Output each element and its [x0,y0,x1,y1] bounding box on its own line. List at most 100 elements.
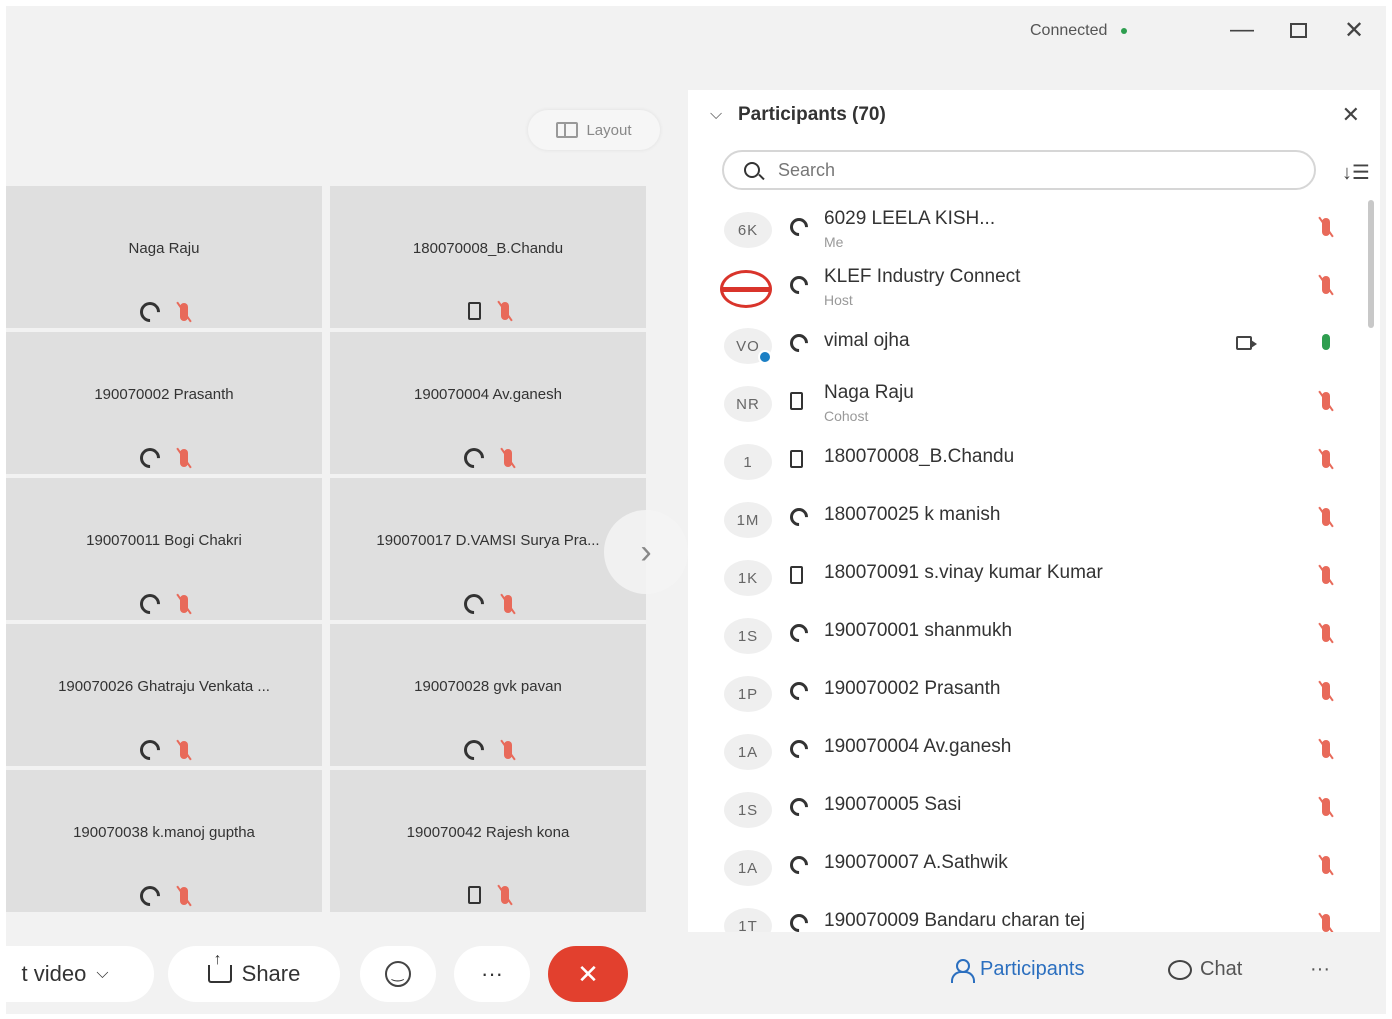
computer-audio-icon [135,589,165,619]
mic-icon[interactable] [1322,334,1330,355]
chat-button[interactable]: Chat [1168,958,1242,981]
participant-row[interactable]: 1S 190070005 Sasi [688,776,1368,834]
host-logo-avatar [720,270,772,308]
mic-muted-icon[interactable] [1322,566,1330,589]
video-tile-status [6,735,322,765]
mic-muted-icon[interactable] [1322,682,1330,705]
mic-muted-icon [180,741,188,759]
participant-row[interactable]: 1 180070008_B.Chandu [688,428,1368,486]
avatar: 1T [724,908,772,932]
mic-muted-icon [180,595,188,613]
participants-panel: ⌵ Participants (70) ✕ ↓☰ 6K 6029 LEELA KI… [688,90,1380,932]
video-tile[interactable]: 190070028 gvk pavan [330,624,646,766]
connection-status-label: Connected [1030,22,1108,39]
participant-list-scrollbar[interactable] [1368,200,1374,328]
participant-row[interactable]: 1A 190070004 Av.ganesh [688,718,1368,776]
phone-icon [467,302,481,320]
start-video-button[interactable]: t video ⌵ [6,946,154,1002]
search-input[interactable] [778,158,1298,182]
share-button[interactable]: Share [168,946,340,1002]
mic-muted-icon[interactable] [1322,740,1330,763]
mic-muted-icon[interactable] [1322,914,1330,932]
chevron-down-icon[interactable]: ⌵ [96,965,108,983]
video-tile[interactable]: 190070017 D.VAMSI Surya Pra... [330,478,646,620]
reactions-button[interactable] [360,946,436,1002]
video-tile[interactable]: 190070011 Bogi Chakri [6,478,322,620]
maximize-button[interactable] [1278,14,1318,46]
mic-muted-icon[interactable] [1322,450,1330,473]
search-icon [744,162,760,178]
participant-row[interactable]: 1K 180070091 s.vinay kumar Kumar [688,544,1368,602]
chat-icon [1168,959,1192,980]
video-tile-status [330,443,646,473]
overflow-menu-button[interactable]: ··· [1310,958,1330,981]
computer-audio-icon [135,443,165,473]
participant-row[interactable]: 1M 180070025 k manish [688,486,1368,544]
avatar: 1S [724,792,772,828]
video-tile[interactable]: 190070004 Av.ganesh [330,332,646,474]
participant-row[interactable]: 1P 190070002 Prasanth [688,660,1368,718]
participant-name: 190070009 Bandaru charan tej [824,910,1085,931]
mic-muted-icon[interactable] [1322,508,1330,531]
video-tile-name: 190070004 Av.ganesh [414,386,562,403]
participant-row[interactable]: VO vimal ojha [688,312,1368,370]
mic-muted-icon[interactable] [1322,218,1330,241]
video-tile[interactable]: Naga Raju [6,186,322,328]
participant-row[interactable]: 6K 6029 LEELA KISH... Me [688,196,1368,254]
mic-muted-icon[interactable] [1322,856,1330,879]
participant-search[interactable] [722,150,1316,190]
participant-row[interactable]: 1S 190070001 shanmukh [688,602,1368,660]
end-meeting-button[interactable]: ✕ [548,946,628,1002]
chevron-down-icon[interactable]: ⌵ [710,106,722,124]
mic-muted-icon[interactable] [1322,392,1330,415]
phone-icon [467,886,481,904]
computer-audio-icon [786,678,812,705]
avatar: 1K [724,560,772,596]
sort-list-icon[interactable]: ↓☰ [1342,160,1370,185]
video-tile-name: 190070017 D.VAMSI Surya Pra... [376,532,600,549]
video-tile[interactable]: 190070026 Ghatraju Venkata ... [6,624,322,766]
participant-name: 190070004 Av.ganesh [824,736,1012,757]
mic-muted-icon [180,303,188,321]
mic-muted-icon[interactable] [1322,276,1330,299]
computer-audio-icon [459,443,489,473]
next-page-button[interactable]: › [604,510,688,594]
share-label: Share [241,961,301,986]
video-tile-name: 190070042 Rajesh kona [406,824,570,841]
window-close-button[interactable]: ✕ [1334,14,1374,46]
computer-audio-icon [459,589,489,619]
participant-name: 180070091 s.vinay kumar Kumar [824,562,1103,583]
participant-name: 180070025 k manish [824,504,1001,525]
video-tile[interactable]: 190070002 Prasanth [6,332,322,474]
participant-row[interactable]: NR Naga Raju Cohost [688,370,1368,428]
video-tile-status [6,589,322,619]
computer-audio-icon [786,852,812,879]
participants-button[interactable]: Participants [950,958,1085,983]
mic-muted-icon[interactable] [1322,798,1330,821]
layout-button[interactable]: Layout [528,110,660,150]
computer-audio-icon [786,504,812,531]
emoji-icon [385,961,411,987]
participant-role: Host [824,292,853,308]
participant-name: 190070001 shanmukh [824,620,1013,641]
video-tile[interactable]: 190070042 Rajesh kona [330,770,646,912]
minimize-button[interactable]: — [1222,14,1262,46]
video-tile-name: 190070026 Ghatraju Venkata ... [58,678,270,695]
participant-row[interactable]: 1T 190070009 Bandaru charan tej [688,892,1368,932]
avatar: 1P [724,676,772,712]
video-tile-status [6,297,322,327]
video-tile[interactable]: 190070038 k.manoj guptha [6,770,322,912]
layout-icon [556,122,579,138]
video-tile[interactable]: 180070008_B.Chandu [330,186,646,328]
more-options-button[interactable]: ··· [454,946,530,1002]
participant-role: Me [824,234,844,250]
participant-name: 190070007 A.Sathwik [824,852,1008,873]
connection-dot-icon [1121,27,1128,34]
mic-muted-icon[interactable] [1322,624,1330,647]
computer-audio-icon [135,881,165,911]
participant-row[interactable]: 1A 190070007 A.Sathwik [688,834,1368,892]
panel-close-button[interactable]: ✕ [1342,102,1360,128]
participant-row[interactable]: KLEF Industry Connect Host [688,254,1368,312]
participants-button-label: Participants [980,958,1085,980]
avatar: 1A [724,734,772,770]
